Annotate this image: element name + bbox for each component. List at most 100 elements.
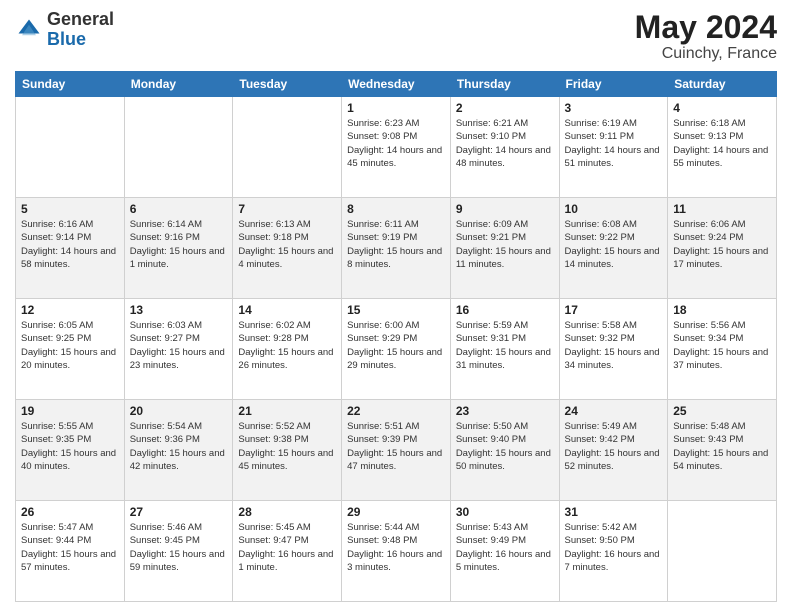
calendar-cell: 31Sunrise: 5:42 AMSunset: 9:50 PMDayligh…: [559, 501, 668, 602]
calendar-cell: 22 Sunrise: 5:51 AMSunset: 9:39 PMDayligh…: [342, 400, 451, 501]
calendar-cell: 15 Sunrise: 6:00 AMSunset: 9:29 PMDayligh…: [342, 299, 451, 400]
calendar-cell: 5Sunrise: 6:16 AMSunset: 9:14 PMDaylight…: [16, 198, 125, 299]
day-number: 29: [347, 505, 445, 519]
location-title: Cuinchy, France: [635, 45, 777, 63]
day-info: Sunrise: 6:08 AMSunset: 9:22 PMDaylight:…: [565, 218, 663, 271]
day-info: Sunrise: 6:11 AMSunset: 9:19 PMDaylight:…: [347, 218, 445, 271]
day-number: 23: [456, 404, 554, 418]
day-info: Sunrise: 5:52 AMSunset: 9:38 PMDaylight:…: [238, 420, 336, 473]
logo-blue: Blue: [47, 29, 86, 49]
calendar-cell: 19 Sunrise: 5:55 AMSunset: 9:35 PMDayligh…: [16, 400, 125, 501]
day-number: 21: [238, 404, 336, 418]
calendar-cell: 28 Sunrise: 5:45 AMSunset: 9:47 PMDayligh…: [233, 501, 342, 602]
day-info: Sunrise: 5:58 AMSunset: 9:32 PMDaylight:…: [565, 319, 663, 372]
header: General Blue May 2024 Cuinchy, France: [15, 10, 777, 63]
day-info: Sunrise: 5:43 AMSunset: 9:49 PMDaylight:…: [456, 521, 554, 574]
day-info: Sunrise: 5:44 AMSunset: 9:48 PMDaylight:…: [347, 521, 445, 574]
calendar-cell: 24 Sunrise: 5:49 AMSunset: 9:42 PMDayligh…: [559, 400, 668, 501]
day-info: Sunrise: 5:42 AMSunset: 9:50 PMDaylight:…: [565, 521, 663, 574]
day-number: 22: [347, 404, 445, 418]
day-info: Sunrise: 6:19 AMSunset: 9:11 PMDaylight:…: [565, 117, 663, 170]
calendar-cell: 17 Sunrise: 5:58 AMSunset: 9:32 PMDayligh…: [559, 299, 668, 400]
calendar-cell: 20 Sunrise: 5:54 AMSunset: 9:36 PMDayligh…: [124, 400, 233, 501]
calendar-cell: 21 Sunrise: 5:52 AMSunset: 9:38 PMDayligh…: [233, 400, 342, 501]
calendar-cell: 27 Sunrise: 5:46 AMSunset: 9:45 PMDayligh…: [124, 501, 233, 602]
calendar-cell: 29 Sunrise: 5:44 AMSunset: 9:48 PMDayligh…: [342, 501, 451, 602]
calendar-cell: 16 Sunrise: 5:59 AMSunset: 9:31 PMDayligh…: [450, 299, 559, 400]
day-info: Sunrise: 5:54 AMSunset: 9:36 PMDaylight:…: [130, 420, 228, 473]
weekday-header-monday: Monday: [124, 72, 233, 97]
calendar-cell: 25 Sunrise: 5:48 AMSunset: 9:43 PMDayligh…: [668, 400, 777, 501]
logo-icon: [15, 16, 43, 44]
calendar-cell: 12 Sunrise: 6:05 AMSunset: 9:25 PMDayligh…: [16, 299, 125, 400]
day-info: Sunrise: 5:49 AMSunset: 9:42 PMDaylight:…: [565, 420, 663, 473]
day-number: 24: [565, 404, 663, 418]
day-info: Sunrise: 6:23 AMSunset: 9:08 PMDaylight:…: [347, 117, 445, 170]
calendar-cell: 2 Sunrise: 6:21 AMSunset: 9:10 PMDaylight…: [450, 97, 559, 198]
day-info: Sunrise: 5:47 AMSunset: 9:44 PMDaylight:…: [21, 521, 119, 574]
day-number: 8: [347, 202, 445, 216]
calendar-cell: 26 Sunrise: 5:47 AMSunset: 9:44 PMDayligh…: [16, 501, 125, 602]
day-info: Sunrise: 6:02 AMSunset: 9:28 PMDaylight:…: [238, 319, 336, 372]
day-number: 27: [130, 505, 228, 519]
day-info: Sunrise: 5:45 AMSunset: 9:47 PMDaylight:…: [238, 521, 336, 574]
day-info: Sunrise: 6:03 AMSunset: 9:27 PMDaylight:…: [130, 319, 228, 372]
page: General Blue May 2024 Cuinchy, France Su…: [0, 0, 792, 612]
day-number: 20: [130, 404, 228, 418]
day-number: 12: [21, 303, 119, 317]
logo: General Blue: [15, 10, 114, 50]
day-info: Sunrise: 5:46 AMSunset: 9:45 PMDaylight:…: [130, 521, 228, 574]
day-number: 16: [456, 303, 554, 317]
day-info: Sunrise: 5:55 AMSunset: 9:35 PMDaylight:…: [21, 420, 119, 473]
day-number: 13: [130, 303, 228, 317]
day-info: Sunrise: 6:00 AMSunset: 9:29 PMDaylight:…: [347, 319, 445, 372]
day-info: Sunrise: 5:56 AMSunset: 9:34 PMDaylight:…: [673, 319, 771, 372]
day-number: 2: [456, 101, 554, 115]
weekday-header-saturday: Saturday: [668, 72, 777, 97]
calendar-cell: 1 Sunrise: 6:23 AMSunset: 9:08 PMDaylight…: [342, 97, 451, 198]
day-info: Sunrise: 6:05 AMSunset: 9:25 PMDaylight:…: [21, 319, 119, 372]
day-number: 7: [238, 202, 336, 216]
day-info: Sunrise: 5:51 AMSunset: 9:39 PMDaylight:…: [347, 420, 445, 473]
day-info: Sunrise: 6:06 AMSunset: 9:24 PMDaylight:…: [673, 218, 771, 271]
calendar-cell: 8 Sunrise: 6:11 AMSunset: 9:19 PMDaylight…: [342, 198, 451, 299]
day-number: 5: [21, 202, 119, 216]
day-number: 26: [21, 505, 119, 519]
day-number: 9: [456, 202, 554, 216]
day-number: 17: [565, 303, 663, 317]
title-block: May 2024 Cuinchy, France: [635, 10, 777, 63]
calendar-cell: 4 Sunrise: 6:18 AMSunset: 9:13 PMDaylight…: [668, 97, 777, 198]
day-number: 18: [673, 303, 771, 317]
calendar-cell: [233, 97, 342, 198]
calendar-cell: 7 Sunrise: 6:13 AMSunset: 9:18 PMDaylight…: [233, 198, 342, 299]
weekday-header-friday: Friday: [559, 72, 668, 97]
day-info: Sunrise: 6:13 AMSunset: 9:18 PMDaylight:…: [238, 218, 336, 271]
day-number: 1: [347, 101, 445, 115]
calendar-cell: [16, 97, 125, 198]
day-info: Sunrise: 5:59 AMSunset: 9:31 PMDaylight:…: [456, 319, 554, 372]
day-number: 11: [673, 202, 771, 216]
day-number: 3: [565, 101, 663, 115]
calendar-table: SundayMondayTuesdayWednesdayThursdayFrid…: [15, 71, 777, 602]
day-info: Sunrise: 5:48 AMSunset: 9:43 PMDaylight:…: [673, 420, 771, 473]
day-info: Sunrise: 6:21 AMSunset: 9:10 PMDaylight:…: [456, 117, 554, 170]
day-number: 19: [21, 404, 119, 418]
calendar-cell: 23 Sunrise: 5:50 AMSunset: 9:40 PMDayligh…: [450, 400, 559, 501]
weekday-header-tuesday: Tuesday: [233, 72, 342, 97]
day-number: 25: [673, 404, 771, 418]
day-info: Sunrise: 5:50 AMSunset: 9:40 PMDaylight:…: [456, 420, 554, 473]
calendar-cell: 14 Sunrise: 6:02 AMSunset: 9:28 PMDayligh…: [233, 299, 342, 400]
weekday-header-wednesday: Wednesday: [342, 72, 451, 97]
logo-general: General: [47, 9, 114, 29]
day-info: Sunrise: 6:18 AMSunset: 9:13 PMDaylight:…: [673, 117, 771, 170]
weekday-header-thursday: Thursday: [450, 72, 559, 97]
day-number: 15: [347, 303, 445, 317]
calendar-cell: 6Sunrise: 6:14 AMSunset: 9:16 PMDaylight…: [124, 198, 233, 299]
day-number: 28: [238, 505, 336, 519]
day-number: 6: [130, 202, 228, 216]
day-number: 4: [673, 101, 771, 115]
logo-text: General Blue: [47, 10, 114, 50]
calendar-cell: 11 Sunrise: 6:06 AMSunset: 9:24 PMDayligh…: [668, 198, 777, 299]
day-number: 14: [238, 303, 336, 317]
calendar-cell: 3 Sunrise: 6:19 AMSunset: 9:11 PMDaylight…: [559, 97, 668, 198]
